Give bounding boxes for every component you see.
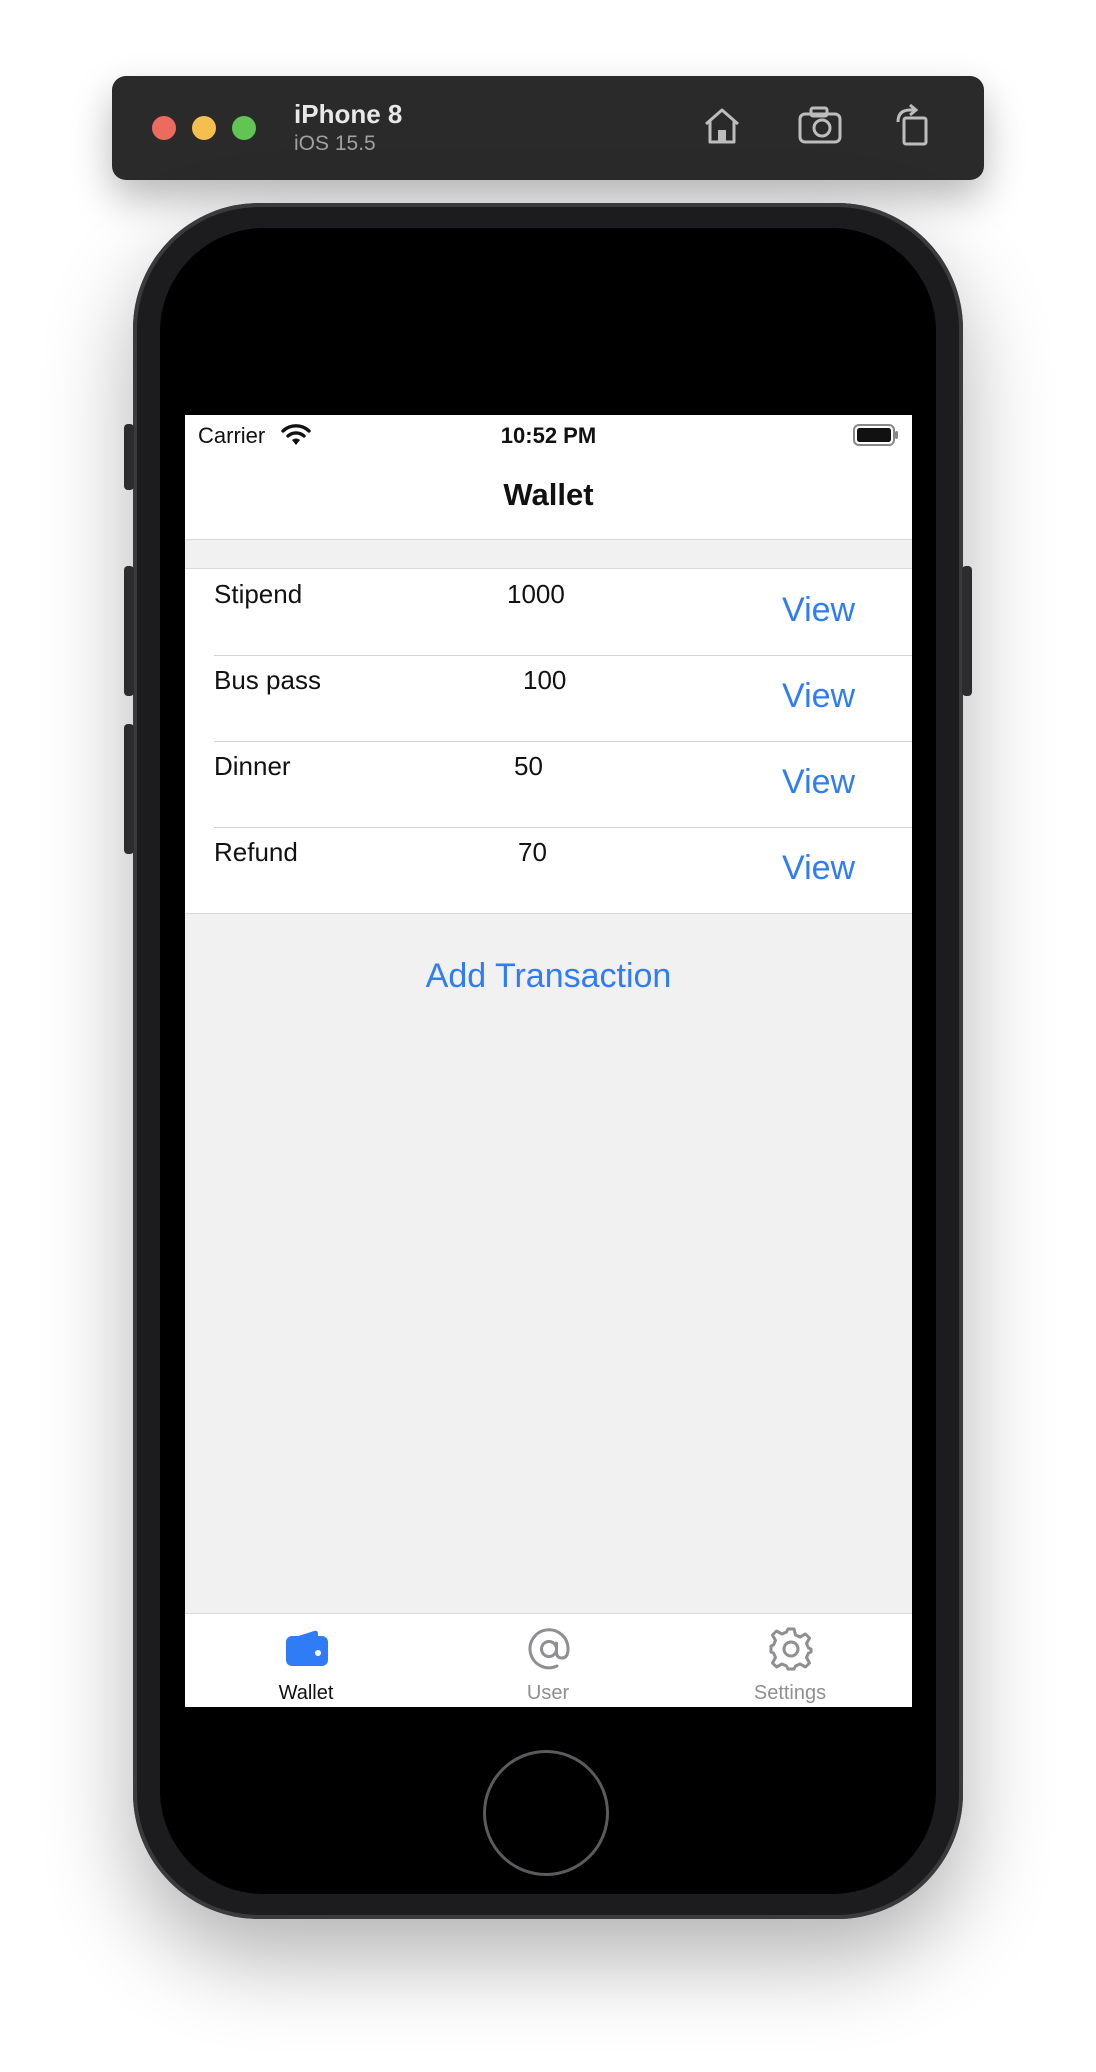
gear-icon: [768, 1626, 814, 1672]
tab-bar: Wallet User Settings: [185, 1613, 912, 1707]
tab-label: User: [526, 1682, 570, 1704]
transaction-row: Stipend 1000 View: [185, 569, 912, 655]
transaction-amount: 1000: [507, 579, 565, 609]
transaction-row: Dinner 50 View: [185, 741, 912, 827]
view-button[interactable]: View: [782, 591, 855, 630]
status-time: 10:52 PM: [500, 423, 597, 448]
transaction-name: Bus pass: [214, 665, 321, 695]
add-transaction-button[interactable]: Add Transaction: [185, 957, 912, 996]
transaction-amount: 70: [518, 837, 547, 867]
simulator-window: iPhone 8 iOS 15.5 Carrier 10:52 PM Walle…: [0, 0, 1096, 2072]
transaction-amount: 100: [523, 665, 567, 695]
tab-label: Wallet: [278, 1682, 334, 1704]
transaction-name: Stipend: [214, 579, 303, 609]
transaction-row: Bus pass 100 View: [185, 655, 912, 741]
power-button: [962, 566, 972, 696]
mute-switch: [124, 424, 134, 490]
os-version: iOS 15.5: [294, 132, 376, 155]
tab-settings[interactable]: Settings: [669, 1614, 911, 1707]
volume-down-button: [124, 724, 134, 854]
tab-user[interactable]: User: [427, 1614, 669, 1707]
transaction-name: Refund: [214, 837, 298, 867]
wallet-icon: [284, 1626, 330, 1672]
page-title: Wallet: [503, 477, 594, 512]
volume-up-button: [124, 566, 134, 696]
minimize-window-button[interactable]: [192, 116, 216, 140]
navigation-bar: Wallet: [185, 455, 912, 540]
tab-label: Settings: [753, 1682, 827, 1704]
transaction-row: Refund 70 View: [185, 827, 912, 913]
view-button[interactable]: View: [782, 849, 855, 888]
view-button[interactable]: View: [782, 763, 855, 802]
transaction-name: Dinner: [214, 751, 291, 781]
transaction-amount: 50: [514, 751, 543, 781]
zoom-window-button[interactable]: [232, 116, 256, 140]
transaction-list: Stipend 1000 View Bus pass 100 View Dinn…: [185, 568, 912, 914]
battery-icon: [853, 424, 899, 446]
tab-wallet[interactable]: Wallet: [185, 1614, 427, 1707]
close-window-button[interactable]: [152, 116, 176, 140]
at-icon: [526, 1626, 572, 1672]
device-home-button[interactable]: [483, 1750, 609, 1876]
camera-icon[interactable]: [796, 102, 844, 150]
device-name: iPhone 8: [294, 99, 403, 129]
view-button[interactable]: View: [782, 677, 855, 716]
status-bar: Carrier 10:52 PM: [185, 415, 912, 455]
rotate-icon[interactable]: [890, 102, 938, 150]
home-icon[interactable]: [698, 102, 746, 150]
app-screen: Carrier 10:52 PM Wallet Stipend 1000 Vie…: [185, 415, 912, 1707]
